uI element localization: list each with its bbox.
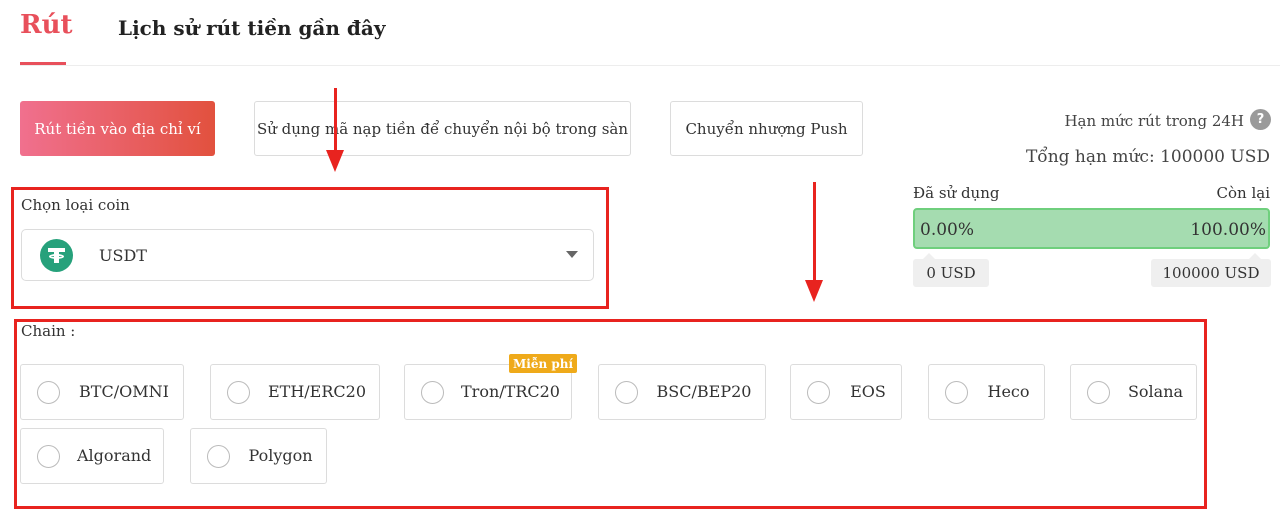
withdraw-to-address-button[interactable]: Rút tiền vào địa chỉ ví: [20, 101, 215, 156]
used-label: Đã sử dụng: [913, 184, 1000, 202]
limit-title: Hạn mức rút trong 24H: [1064, 112, 1244, 130]
help-icon[interactable]: ?: [1250, 109, 1271, 130]
annotation-box-coin: [11, 187, 609, 309]
push-transfer-button[interactable]: Chuyển nhượng Push: [670, 101, 863, 156]
internal-transfer-button[interactable]: Sử dụng mã nạp tiền để chuyển nội bộ tro…: [254, 101, 631, 156]
annotation-box-chain: [14, 319, 1207, 509]
remain-label: Còn lại: [1216, 184, 1270, 202]
used-amount: 0 USD: [913, 253, 989, 287]
limit-total: Tổng hạn mức: 100000 USD: [1025, 147, 1270, 167]
limit-progress-bar: 0.00% 100.00%: [913, 208, 1270, 249]
tab-withdraw-history[interactable]: Lịch sử rút tiền gần đây: [118, 16, 385, 40]
tabs-divider: [20, 65, 1280, 66]
remain-amount: 100000 USD: [1151, 253, 1271, 287]
tab-withdraw[interactable]: Rút: [20, 10, 73, 40]
used-percent: 0.00%: [920, 220, 975, 240]
remain-percent: 100.00%: [1190, 220, 1266, 240]
